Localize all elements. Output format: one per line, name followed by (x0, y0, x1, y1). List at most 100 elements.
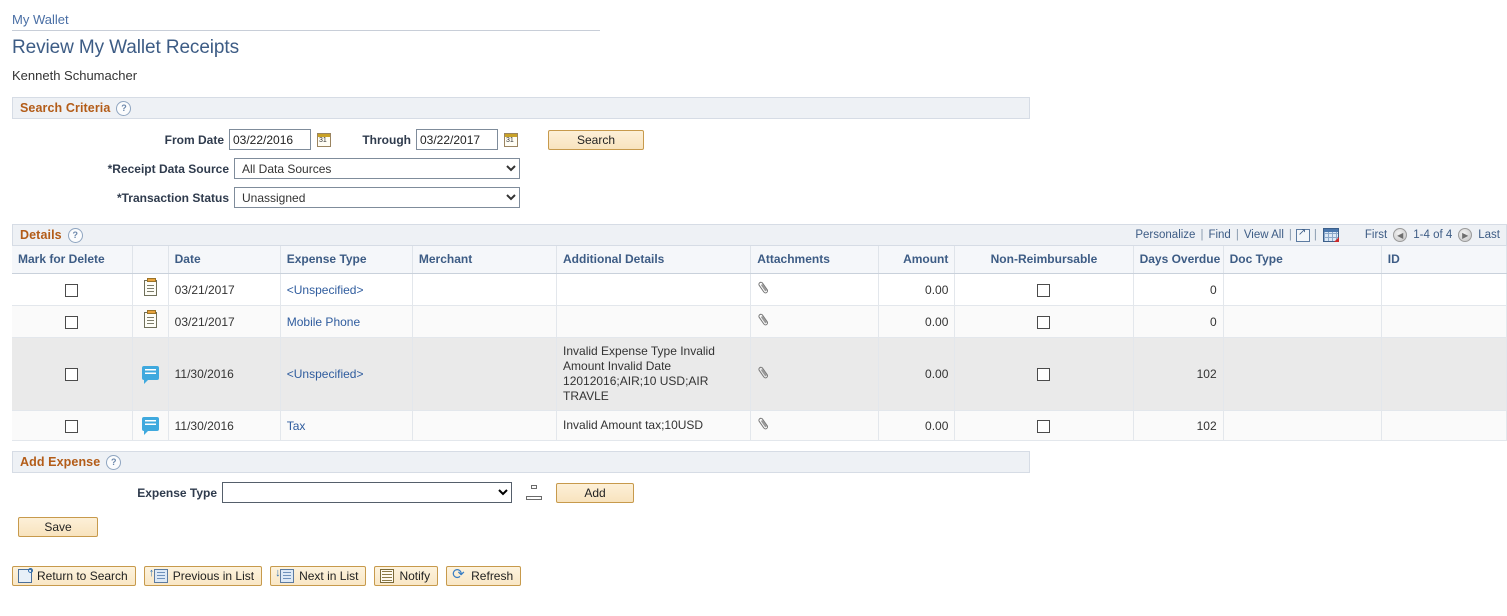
calendar-icon-from[interactable] (317, 133, 331, 147)
paperclip-icon[interactable] (754, 311, 773, 330)
table-body: 03/21/2017 <Unspecified> 0.00 0 03/21/20… (12, 274, 1507, 441)
next-page-arrow-icon[interactable]: ▶ (1458, 228, 1472, 242)
table-row[interactable]: 03/21/2017 <Unspecified> 0.00 0 (12, 274, 1507, 306)
help-icon-details[interactable]: ? (68, 228, 83, 243)
mark-for-delete-checkbox[interactable] (65, 368, 78, 381)
calendar-icon-through[interactable] (504, 133, 518, 147)
amount-cell: 0.00 (879, 338, 955, 411)
expense-type-cell: <Unspecified> (280, 274, 412, 306)
expense-type-link[interactable]: <Unspecified> (287, 283, 364, 297)
non-reimbursable-cell (955, 306, 1133, 338)
days-overdue-cell: 0 (1133, 274, 1223, 306)
receipt-data-source-label: *Receipt Data Source (12, 162, 234, 176)
save-button[interactable]: Save (18, 517, 98, 537)
expense-type-link[interactable]: Tax (287, 419, 306, 433)
paperclip-icon[interactable] (754, 363, 773, 382)
from-date-input[interactable] (229, 129, 311, 150)
find-link[interactable]: Find (1204, 229, 1234, 241)
row-icon-cell (132, 306, 168, 338)
refresh-button[interactable]: Refresh (446, 566, 521, 586)
non-reimbursable-cell (955, 274, 1133, 306)
first-label[interactable]: First (1365, 229, 1387, 241)
comment-bubble-icon[interactable] (142, 366, 159, 380)
id-cell (1381, 274, 1506, 306)
additional-details-cell (557, 306, 751, 338)
row-counter: 1-4 of 4 (1413, 229, 1452, 241)
search-criteria-body: From Date Through Search *Receipt Data S… (12, 119, 1507, 210)
transaction-status-label: *Transaction Status (12, 191, 234, 205)
paperclip-icon[interactable] (754, 279, 773, 298)
next-in-list-button[interactable]: Next in List (270, 566, 366, 586)
download-spreadsheet-icon[interactable] (1323, 228, 1339, 242)
row-icon-cell (132, 338, 168, 411)
help-icon[interactable]: ? (116, 101, 131, 116)
table-row[interactable]: 11/30/2016 <Unspecified> Invalid Expense… (12, 338, 1507, 411)
help-icon-add-expense[interactable]: ? (106, 455, 121, 470)
col-doc-type: Doc Type (1223, 246, 1381, 274)
non-reimbursable-checkbox[interactable] (1037, 316, 1050, 329)
amount-cell: 0.00 (879, 306, 955, 338)
table-row[interactable]: 03/21/2017 Mobile Phone 0.00 0 (12, 306, 1507, 338)
non-reimbursable-checkbox[interactable] (1037, 420, 1050, 433)
next-in-list-icon (280, 569, 294, 583)
table-row[interactable]: 11/30/2016 Tax Invalid Amount tax;10USD … (12, 411, 1507, 441)
previous-in-list-button[interactable]: Previous in List (144, 566, 262, 586)
grid-toolbar: Personalize | Find | View All | | First … (1131, 228, 1500, 242)
expense-type-link[interactable]: Mobile Phone (287, 315, 360, 329)
receipt-document-icon[interactable] (144, 312, 157, 328)
add-expense-type-select[interactable] (222, 482, 512, 503)
comment-bubble-icon[interactable] (142, 417, 159, 431)
through-date-input[interactable] (416, 129, 498, 150)
date-cell: 11/30/2016 (168, 411, 280, 441)
receipt-data-source-select[interactable]: All Data Sources (234, 158, 520, 179)
date-cell: 11/30/2016 (168, 338, 280, 411)
col-id: ID (1381, 246, 1506, 274)
mark-for-delete-cell (12, 274, 132, 306)
last-label[interactable]: Last (1478, 229, 1500, 241)
receipt-document-icon[interactable] (144, 280, 157, 296)
search-button[interactable]: Search (548, 130, 644, 150)
page-title: Review My Wallet Receipts (12, 37, 1507, 59)
doc-type-cell (1223, 306, 1381, 338)
add-button[interactable]: Add (556, 483, 634, 503)
details-title: Details (20, 228, 62, 242)
amount-cell: 0.00 (879, 274, 955, 306)
previous-in-list-icon (154, 569, 168, 583)
transaction-status-row: *Transaction Status Unassigned (12, 185, 1507, 210)
receipts-table: Mark for Delete Date Expense Type Mercha… (12, 246, 1507, 441)
col-date: Date (168, 246, 280, 274)
previous-page-arrow-icon[interactable]: ◀ (1393, 228, 1407, 242)
col-attachments: Attachments (751, 246, 879, 274)
expand-window-icon[interactable] (1296, 229, 1310, 242)
return-to-search-button[interactable]: Return to Search (12, 566, 136, 586)
hierarchy-lookup-icon[interactable] (526, 485, 542, 500)
additional-details-cell: Invalid Amount tax;10USD (557, 411, 751, 441)
personalize-link[interactable]: Personalize (1131, 229, 1199, 241)
non-reimbursable-checkbox[interactable] (1037, 368, 1050, 381)
doc-type-cell (1223, 274, 1381, 306)
mark-for-delete-checkbox[interactable] (65, 316, 78, 329)
toolbar-separator-4: | (1313, 229, 1318, 241)
col-additional-details: Additional Details (557, 246, 751, 274)
mark-for-delete-checkbox[interactable] (65, 420, 78, 433)
paperclip-icon[interactable] (754, 415, 773, 434)
attachments-cell (751, 274, 879, 306)
non-reimbursable-checkbox[interactable] (1037, 284, 1050, 297)
mark-for-delete-cell (12, 338, 132, 411)
additional-details-cell: Invalid Expense Type Invalid Amount Inva… (557, 338, 751, 411)
merchant-cell (412, 411, 556, 441)
expense-type-cell: <Unspecified> (280, 338, 412, 411)
breadcrumb-link-my-wallet[interactable]: My Wallet (12, 12, 69, 27)
mark-for-delete-checkbox[interactable] (65, 284, 78, 297)
transaction-status-select[interactable]: Unassigned (234, 187, 520, 208)
next-in-list-label: Next in List (299, 569, 358, 583)
col-merchant: Merchant (412, 246, 556, 274)
expense-type-link[interactable]: <Unspecified> (287, 367, 364, 381)
grid-pagination: First ◀ 1-4 of 4 ▶ Last (1365, 228, 1500, 242)
view-all-link[interactable]: View All (1240, 229, 1288, 241)
refresh-label: Refresh (471, 569, 513, 583)
notify-button[interactable]: Notify (374, 566, 438, 586)
through-date-label: Through (331, 133, 416, 147)
id-cell (1381, 338, 1506, 411)
non-reimbursable-cell (955, 411, 1133, 441)
